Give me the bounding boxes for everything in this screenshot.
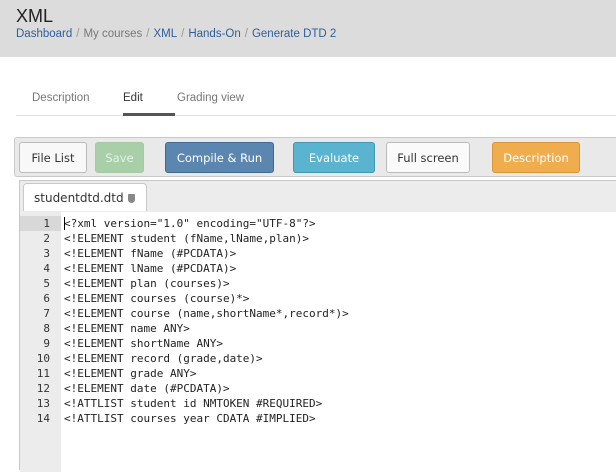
breadcrumb-generate-dtd[interactable]: Generate DTD 2 (252, 28, 336, 40)
page-header: XML Dashboard / My courses / XML / Hands-On / Ge… (0, 0, 616, 57)
code-editor-panel: studentdtd.dtd 1 <?xml version="1.0" enco… (19, 180, 616, 472)
line-number: 10 (36, 352, 50, 365)
line-number: 13 (36, 397, 50, 410)
file-tab[interactable]: studentdtd.dtd (23, 183, 147, 211)
breadcrumb-my-courses[interactable]: My courses (83, 28, 142, 40)
code-text: <!ELEMENT student (fName,lName,plan)> (64, 232, 310, 245)
code-text: <!ATTLIST student id NMTOKEN #REQUIRED> (64, 397, 323, 410)
line-number: 3 (43, 247, 50, 260)
code-line[interactable]: 3 <!ELEMENT fName (#PCDATA)> (20, 246, 616, 261)
code-text: <!ELEMENT lName (#PCDATA)> (64, 262, 237, 275)
code-text: <!ELEMENT record (grade,date)> (64, 352, 263, 365)
tab-edit[interactable]: Edit (123, 92, 143, 104)
code-line[interactable]: 14 <!ATTLIST courses year CDATA #IMPLIED> (20, 411, 616, 426)
code-text: <!ATTLIST courses year CDATA #IMPLIED> (64, 412, 316, 425)
line-number: 9 (43, 337, 50, 350)
code-line[interactable]: 1 <?xml version="1.0" encoding="UTF-8"?> (20, 216, 616, 231)
code-text: <!ELEMENT shortName ANY> (64, 337, 223, 350)
code-line[interactable]: 2 <!ELEMENT student (fName,lName,plan)> (20, 231, 616, 246)
code-line[interactable]: 12 <!ELEMENT date (#PCDATA)> (20, 381, 616, 396)
code-line[interactable]: 13 <!ATTLIST student id NMTOKEN #REQUIRED… (20, 396, 616, 411)
page-title: XML (16, 6, 54, 26)
code-text: <!ELEMENT plan (courses)> (64, 277, 230, 290)
tab-grading-view[interactable]: Grading view (177, 92, 244, 104)
code-text: <!ELEMENT course (name,shortName*,record… (64, 307, 349, 320)
breadcrumb-dashboard[interactable]: Dashboard (16, 28, 72, 40)
code-text: <!ELEMENT name ANY> (64, 322, 190, 335)
tab-bar: Description Edit Grading view (16, 86, 616, 116)
code-area[interactable]: 1 <?xml version="1.0" encoding="UTF-8"?> 2… (20, 212, 616, 472)
line-number: 14 (36, 412, 50, 425)
code-line[interactable]: 5 <!ELEMENT plan (courses)> (20, 276, 616, 291)
save-button[interactable]: Save (95, 142, 144, 173)
full-screen-button[interactable]: Full screen (386, 142, 470, 173)
code-text: <?xml version="1.0" encoding="UTF-8"?> (64, 217, 316, 230)
code-text: <!ELEMENT grade ANY> (64, 367, 197, 380)
active-tab-indicator (123, 113, 175, 116)
code-line[interactable]: 10 <!ELEMENT record (grade,date)> (20, 351, 616, 366)
line-number: 5 (43, 277, 50, 290)
code-line[interactable]: 4 <!ELEMENT lName (#PCDATA)> (20, 261, 616, 276)
toolbar: File List Save Compile & Run Evaluate Fu… (14, 137, 616, 177)
tab-description[interactable]: Description (32, 92, 90, 104)
line-number: 8 (43, 322, 50, 335)
line-number: 2 (43, 232, 50, 245)
line-number: 11 (36, 367, 50, 380)
breadcrumb: Dashboard / My courses / XML / Hands-On / Genera… (16, 28, 337, 40)
code-text: <!ELEMENT courses (course)*> (64, 292, 250, 305)
line-number: 6 (43, 292, 50, 305)
line-number: 1 (20, 216, 61, 231)
file-list-button[interactable]: File List (19, 142, 87, 173)
breadcrumb-hands-on[interactable]: Hands-On (188, 28, 240, 40)
code-text: <!ELEMENT fName (#PCDATA)> (64, 247, 237, 260)
line-number: 12 (36, 382, 50, 395)
shield-icon (127, 194, 135, 203)
text-cursor (64, 217, 65, 230)
breadcrumb-xml[interactable]: XML (153, 28, 177, 40)
code-text: <!ELEMENT date (#PCDATA)> (64, 382, 230, 395)
code-line[interactable]: 8 <!ELEMENT name ANY> (20, 321, 616, 336)
code-line[interactable]: 11 <!ELEMENT grade ANY> (20, 366, 616, 381)
line-number: 4 (43, 262, 50, 275)
description-button[interactable]: Description (492, 142, 580, 173)
code-line[interactable]: 6 <!ELEMENT courses (course)*> (20, 291, 616, 306)
evaluate-button[interactable]: Evaluate (293, 142, 375, 173)
file-tab-label: studentdtd.dtd (34, 191, 124, 205)
line-number: 7 (43, 307, 50, 320)
code-line[interactable]: 7 <!ELEMENT course (name,shortName*,recor… (20, 306, 616, 321)
code-line[interactable]: 9 <!ELEMENT shortName ANY> (20, 336, 616, 351)
compile-run-button[interactable]: Compile & Run (165, 142, 274, 173)
